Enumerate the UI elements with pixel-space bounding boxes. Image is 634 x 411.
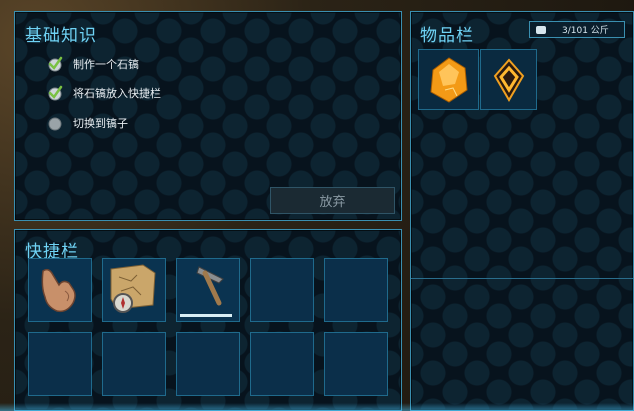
stone-pickaxe-icon (196, 266, 224, 306)
implant-icon (493, 58, 525, 102)
give-up-button[interactable]: 放弃 (270, 187, 395, 214)
task-item: 切换到镐子 (47, 113, 128, 133)
task-item: 制作一个石镐 (47, 54, 139, 74)
task-label: 切换到镐子 (73, 117, 128, 130)
inventory-slot-1[interactable] (418, 49, 479, 110)
hotbar-slot-9[interactable] (250, 332, 314, 396)
check-pending-icon (47, 115, 63, 131)
weight-indicator: 3/101 公斤 (529, 21, 625, 38)
durability-fill (180, 314, 232, 317)
inventory-divider (411, 278, 633, 279)
hotbar-slot-8[interactable] (176, 332, 240, 396)
hotbar-slot-5[interactable] (324, 258, 388, 322)
task-label: 将石镐放入快捷栏 (73, 87, 161, 100)
bottom-glow (0, 403, 634, 411)
hotbar-slot-7[interactable] (102, 332, 166, 396)
hotbar-slot-3[interactable] (176, 258, 240, 322)
check-complete-icon (47, 56, 63, 72)
task-label: 制作一个石镐 (73, 58, 139, 71)
hotbar-slot-1[interactable] (28, 258, 92, 322)
basics-title: 基础知识 (25, 26, 97, 46)
durability-bar (180, 314, 232, 317)
hotbar-slot-10[interactable] (324, 332, 388, 396)
weight-icon (536, 25, 546, 34)
amber-resource-icon (430, 57, 468, 103)
map-compass-icon (110, 264, 156, 313)
hand-icon (41, 268, 76, 313)
check-complete-icon (47, 85, 63, 101)
hotbar-slot-4[interactable] (250, 258, 314, 322)
hotbar-slot-2[interactable] (102, 258, 166, 322)
hotbar-slot-6[interactable] (28, 332, 92, 396)
inventory-title: 物品栏 (420, 26, 474, 46)
inventory-slot-2[interactable] (480, 49, 537, 110)
weight-label: 3/101 公斤 (562, 26, 609, 36)
task-item: 将石镐放入快捷栏 (47, 83, 161, 103)
